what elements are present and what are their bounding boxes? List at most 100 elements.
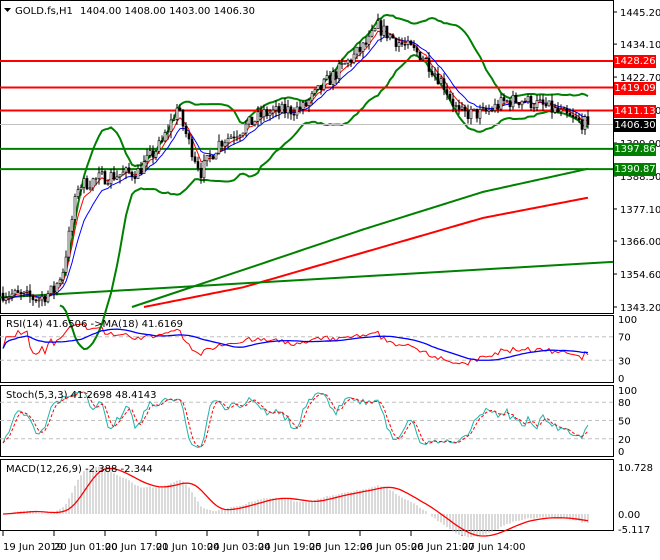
candle (247, 116, 251, 125)
y-tick-label: 1445.20 (620, 8, 660, 19)
candle (289, 106, 293, 115)
candle (454, 105, 458, 107)
candle (265, 109, 269, 116)
candle (538, 99, 542, 102)
candle (553, 107, 557, 113)
chart-canvas[interactable]: 1445.201434.101422.701411.301399.901388.… (0, 0, 660, 560)
candle (559, 108, 563, 113)
candle (94, 177, 98, 180)
candle (31, 296, 35, 301)
candle (160, 140, 164, 143)
candle (259, 111, 263, 118)
candle (169, 119, 173, 132)
candle (70, 219, 74, 232)
ma-red (2, 29, 589, 301)
candle (352, 53, 356, 63)
candle (445, 89, 449, 95)
candle (478, 108, 482, 119)
candle (91, 178, 95, 189)
candle (280, 103, 284, 113)
candle (154, 151, 158, 158)
candle (64, 256, 68, 273)
candle (469, 108, 473, 119)
candle (97, 172, 101, 179)
candle (148, 150, 152, 156)
candle (529, 96, 533, 109)
candle (205, 155, 209, 162)
candle (274, 106, 278, 111)
candle (451, 98, 455, 107)
candle (100, 171, 104, 174)
candle (340, 63, 344, 65)
candle (427, 57, 431, 72)
candle (364, 42, 368, 45)
candle (238, 135, 242, 138)
candle (109, 172, 113, 184)
price-level-badge: 1390.87 (614, 163, 656, 177)
candle (142, 161, 146, 174)
candle (376, 20, 380, 29)
candle (319, 85, 323, 90)
candle (514, 95, 518, 103)
candle (307, 99, 311, 106)
candle (508, 100, 512, 108)
candle (43, 296, 47, 303)
candle (262, 109, 266, 118)
candle (310, 93, 314, 101)
candle (544, 103, 548, 107)
candle (304, 102, 308, 106)
candle (136, 168, 140, 179)
candle (298, 106, 302, 110)
candle (76, 189, 80, 197)
candle (112, 172, 116, 180)
y-tick-label: 1377.10 (620, 205, 660, 216)
candle (106, 183, 110, 185)
candle (28, 290, 32, 297)
candle (496, 103, 500, 110)
candle (580, 119, 584, 130)
candle (466, 110, 470, 119)
candle (16, 290, 20, 293)
candle (184, 125, 188, 135)
candle (67, 230, 71, 258)
candle (40, 296, 44, 301)
chart-window[interactable]: 1445.201434.101422.701411.301399.901388.… (0, 0, 660, 560)
candle (322, 78, 326, 90)
candle (73, 196, 77, 220)
candle (34, 299, 38, 302)
candle (250, 116, 254, 126)
ohlc-values: 1404.00 1408.00 1403.00 1406.30 (80, 6, 255, 17)
candle (292, 113, 296, 116)
stoch-tick-label: 80 (618, 398, 631, 409)
candle (226, 138, 230, 144)
rsi-tick-label: 30 (618, 356, 631, 367)
candle (493, 103, 497, 111)
candle (283, 103, 287, 114)
candle (394, 37, 398, 47)
candle (316, 85, 320, 90)
long-ma-red (143, 196, 589, 308)
candle (382, 25, 386, 36)
candle (550, 100, 554, 113)
candle (481, 108, 485, 110)
candle (583, 116, 587, 130)
candle (130, 171, 134, 177)
candle (430, 71, 434, 76)
candle (520, 100, 524, 106)
candle (313, 89, 317, 94)
candle (118, 174, 122, 178)
candle (379, 20, 383, 36)
candle (331, 71, 335, 85)
candle (349, 59, 353, 63)
candle (175, 107, 179, 120)
candle (547, 100, 551, 107)
candle (457, 105, 461, 110)
candle (502, 97, 506, 102)
candle (436, 73, 440, 84)
candle (511, 95, 515, 108)
candle (400, 42, 404, 45)
candle (25, 290, 29, 293)
candle (196, 161, 200, 169)
candle (271, 109, 275, 114)
candle (202, 160, 206, 179)
